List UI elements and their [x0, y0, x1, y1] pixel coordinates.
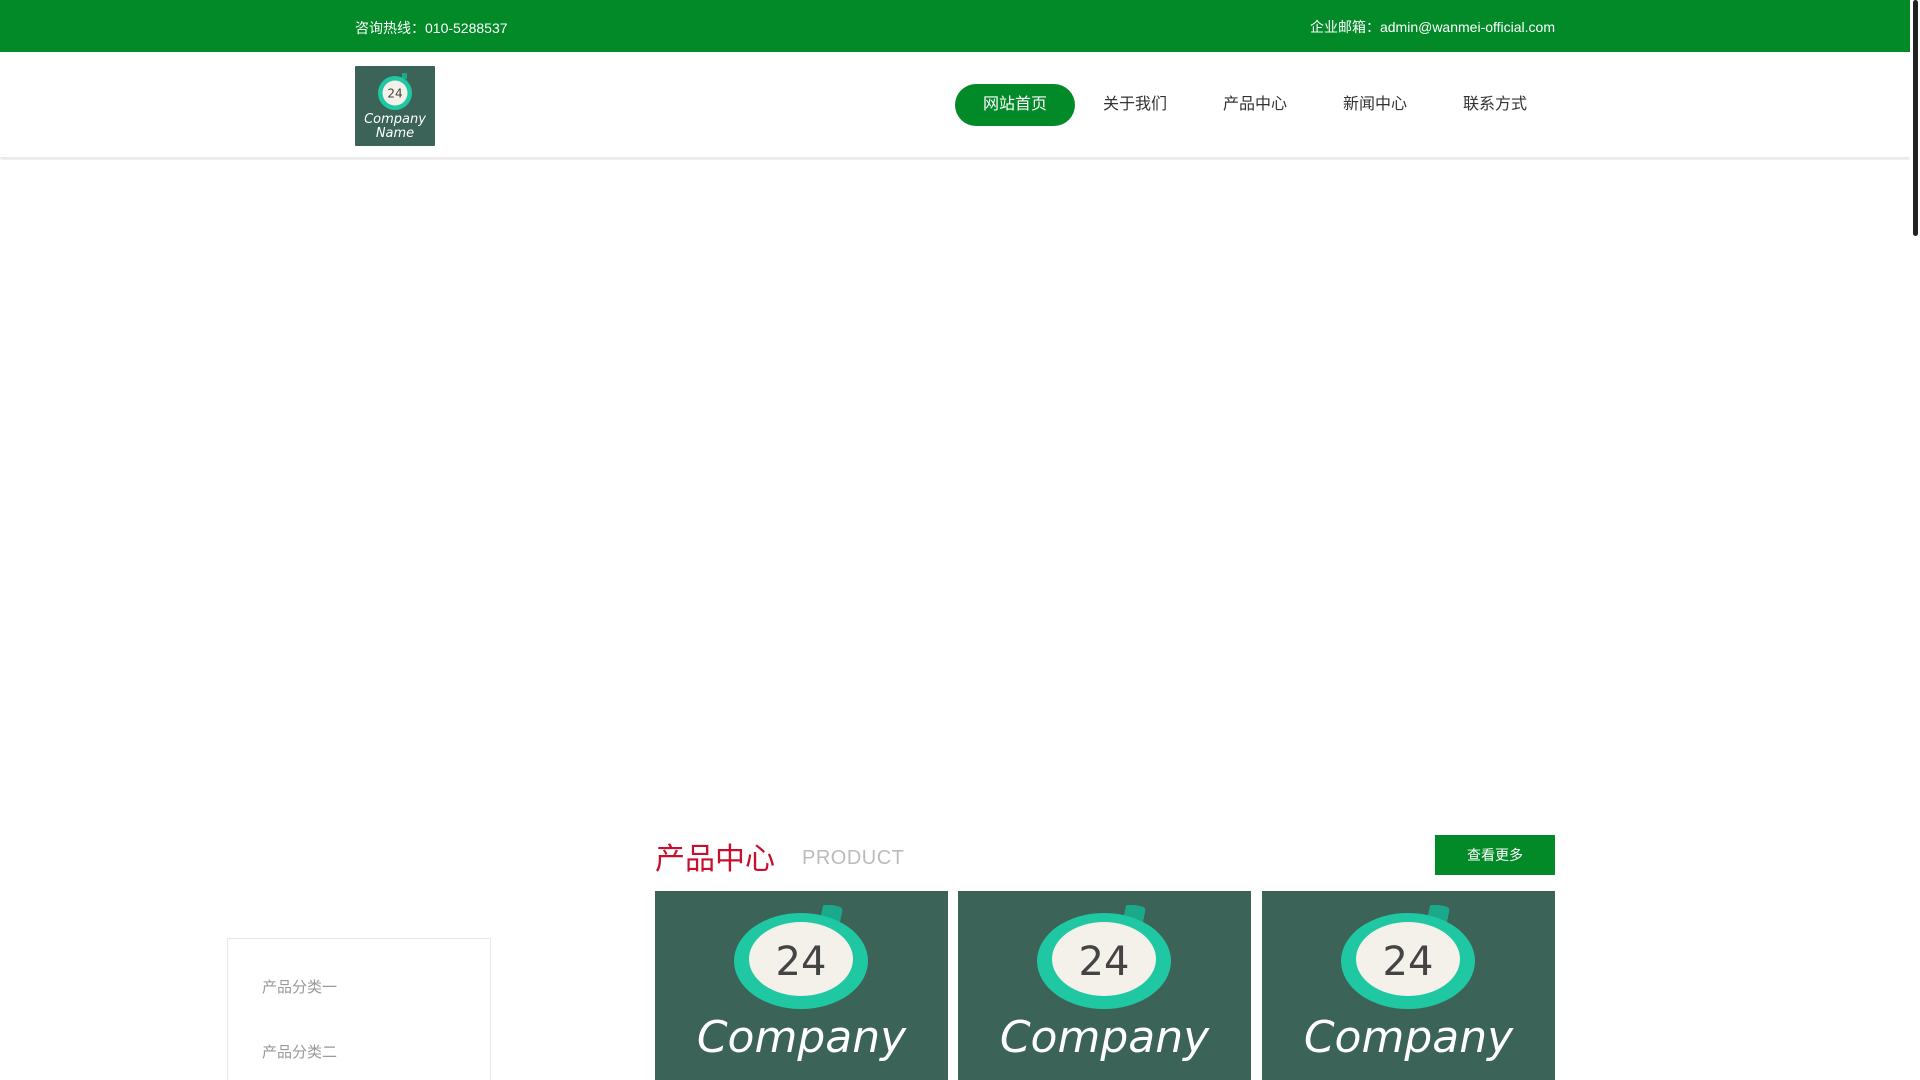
logo-text-line1: Company — [364, 112, 426, 127]
clock-icon: 24 — [378, 73, 412, 110]
product-name: Company — [999, 1012, 1210, 1063]
product-card[interactable]: 24 Company — [958, 891, 1251, 1080]
clock-number: 24 — [776, 939, 827, 985]
email-text: 企业邮箱：admin@wanmei-official.com — [1309, 19, 1555, 35]
scrollbar-thumb[interactable] — [1913, 0, 1918, 236]
products-section-title: 产品中心 — [655, 842, 775, 877]
view-more-button[interactable]: 查看更多 — [1435, 835, 1555, 875]
products-section-subtitle: PRODUCT — [802, 847, 905, 869]
clock-number: 24 — [1383, 939, 1434, 985]
product-card[interactable]: 24 Company — [655, 891, 948, 1080]
company-logo[interactable]: 24 Company Name — [355, 66, 435, 146]
top-contact-bar: 咨询热线：010-5288537 企业邮箱：admin@wanmei-offic… — [0, 0, 1910, 52]
product-name: Company — [696, 1012, 907, 1063]
clock-number: 24 — [1079, 939, 1130, 985]
product-card[interactable]: 24 Company — [1262, 891, 1555, 1080]
nav-item-products[interactable]: 产品中心 — [1195, 84, 1315, 126]
site-header: 24 Company Name 网站首页 关于我们 产品中心 新闻中心 联系方式 — [0, 52, 1910, 158]
clock-icon: 24 — [734, 905, 868, 1009]
category-item-2[interactable]: 产品分类二 — [262, 1041, 337, 1062]
nav-item-contact[interactable]: 联系方式 — [1435, 84, 1555, 126]
main-nav: 网站首页 关于我们 产品中心 新闻中心 联系方式 — [955, 84, 1555, 126]
nav-item-news[interactable]: 新闻中心 — [1315, 84, 1435, 126]
clock-icon: 24 — [1037, 905, 1171, 1009]
category-item-1[interactable]: 产品分类一 — [262, 976, 337, 997]
clock-icon: 24 — [1341, 905, 1475, 1009]
hotline-text: 咨询热线：010-5288537 — [355, 20, 508, 36]
nav-item-about[interactable]: 关于我们 — [1075, 84, 1195, 126]
logo-text-line2: Name — [375, 126, 415, 141]
clock-number: 24 — [387, 87, 402, 101]
product-category-sidebar: 产品分类一 产品分类二 — [227, 938, 491, 1080]
nav-item-home[interactable]: 网站首页 — [955, 84, 1075, 126]
banner-area — [0, 160, 1910, 800]
product-name: Company — [1303, 1012, 1514, 1063]
